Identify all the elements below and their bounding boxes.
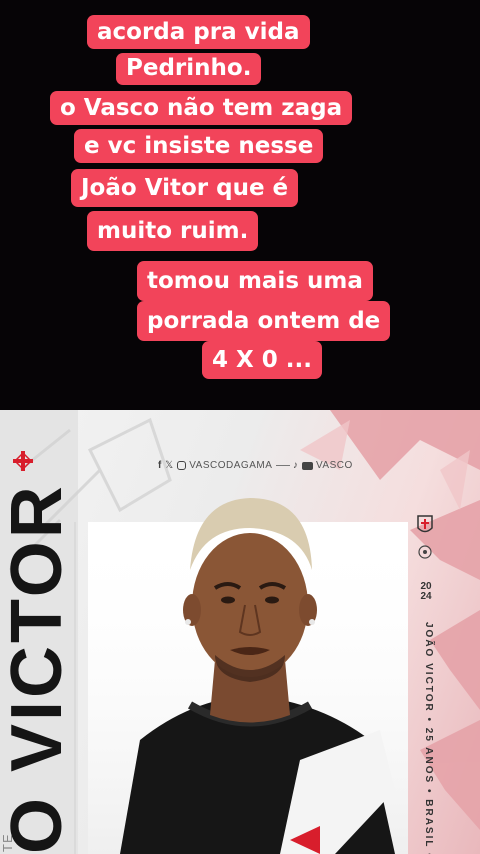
caption-line: João Vitor que é — [71, 169, 299, 207]
caption-line: tomou mais uma — [137, 261, 373, 301]
instagram-icon — [176, 461, 186, 470]
caption-line: porrada ontem de — [137, 301, 391, 341]
player-info-vertical: JOÃO VICTOR • 25 ANOS • BRASIL • ZAG — [423, 622, 434, 854]
divider — [275, 465, 290, 466]
social-handles: f 𝕏 VASCODAGAMA ♪ VASCO — [158, 460, 353, 471]
youtube-icon — [301, 461, 313, 470]
caption-line: muito ruim. — [87, 211, 259, 251]
caption-line: o Vasco não tem zaga — [50, 91, 353, 125]
year-label: 20 24 — [418, 582, 434, 602]
club-badge-icon — [418, 545, 432, 559]
year-bottom: 24 — [420, 591, 432, 602]
facebook-icon: f — [158, 460, 162, 471]
side-word: TE — [0, 833, 15, 852]
social-handle-1: VASCODAGAMA — [189, 460, 273, 471]
tiktok-icon: ♪ — [292, 460, 299, 471]
caption-line: Pedrinho. — [116, 53, 262, 85]
x-icon: 𝕏 — [165, 460, 174, 471]
caption-line: e vc insiste nesse — [74, 129, 324, 163]
vasco-crest-icon — [417, 515, 433, 533]
caption-line: acorda pra vida — [87, 15, 310, 49]
caption-line: 4 X 0 ... — [202, 341, 322, 379]
vasco-crest-icon — [13, 451, 33, 471]
social-handle-2: VASCO — [315, 460, 353, 471]
caption-area: acorda pra vida Pedrinho. o Vasco não te… — [0, 0, 480, 410]
player-name-vertical: O VICTOR — [0, 483, 77, 854]
